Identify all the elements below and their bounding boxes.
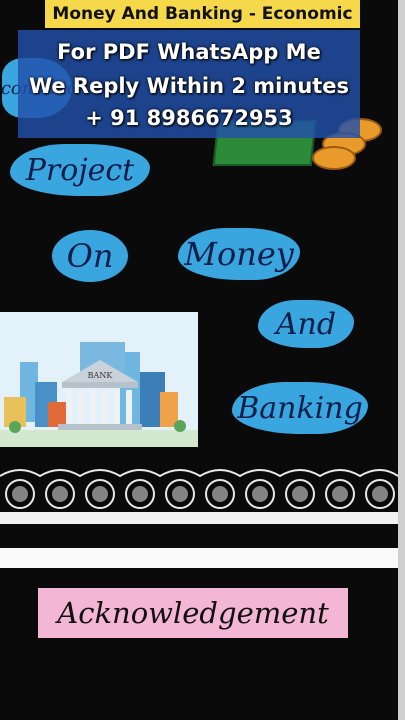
and-cloud: And: [258, 300, 354, 348]
banking-cloud: Banking: [232, 382, 368, 434]
title-text: Money And Banking - Economic: [52, 4, 353, 24]
lace-border: [0, 464, 398, 524]
overlay-line-2: We Reply Within 2 minutes: [28, 74, 350, 98]
overlay-line-3: + 91 8986672953: [85, 106, 293, 130]
project-cloud: Project: [10, 144, 150, 196]
title-banner: Money And Banking - Economic: [45, 0, 360, 28]
scroll-edge: [398, 0, 405, 720]
coin-icon: [312, 146, 356, 170]
on-word: On: [66, 237, 114, 275]
project-word: Project: [25, 152, 135, 188]
and-word: And: [275, 306, 337, 342]
money-cloud: Money: [178, 228, 300, 280]
overlay-line-1: For PDF WhatsApp Me: [57, 40, 321, 64]
money-word: Money: [184, 235, 294, 273]
bank-illustration: BANK: [0, 312, 198, 447]
acknowledgement-label: Acknowledgement: [38, 588, 348, 638]
project-page-cover: Economics For PDF WhatsApp Me We Reply W…: [0, 0, 398, 548]
bank-sign: BANK: [88, 371, 114, 380]
on-cloud: On: [52, 230, 128, 282]
banking-word: Banking: [237, 390, 363, 426]
page-gap: [0, 548, 398, 568]
city-bank-icon: BANK: [0, 312, 198, 447]
acknowledgement-heading: Acknowledgement: [57, 596, 329, 630]
